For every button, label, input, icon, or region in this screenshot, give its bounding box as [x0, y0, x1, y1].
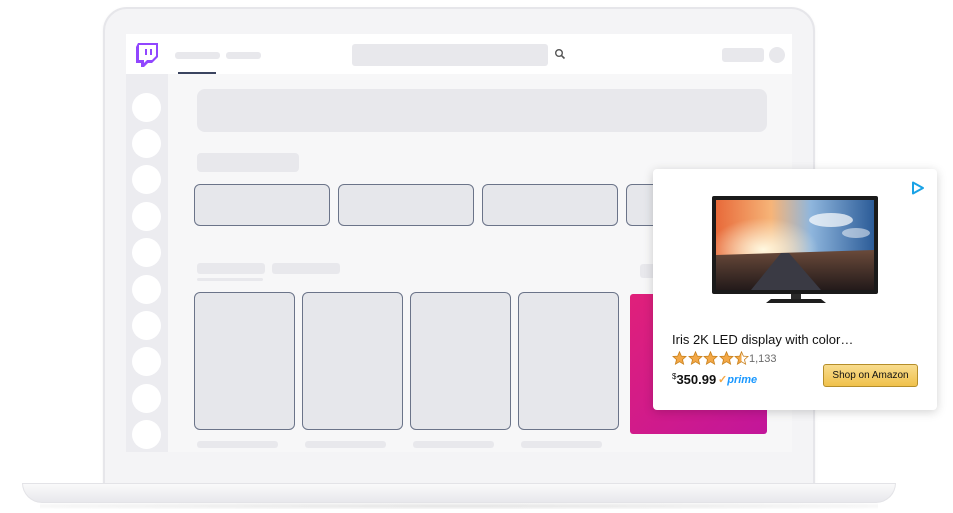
nav-link-placeholder[interactable] [226, 52, 261, 59]
hero-banner-placeholder[interactable] [197, 89, 767, 132]
sidebar-channel-avatar[interactable] [132, 384, 161, 413]
top-navigation [126, 34, 792, 74]
amazon-product-ad[interactable]: Iris 2K LED display with color… 1,133 $3… [653, 169, 937, 410]
stream-card[interactable] [410, 292, 511, 430]
half-star-icon [734, 351, 749, 366]
sidebar-channel-avatar[interactable] [132, 129, 161, 158]
category-card[interactable] [194, 184, 330, 226]
laptop-shadow [40, 503, 878, 509]
sidebar-channel-avatar[interactable] [132, 311, 161, 340]
star-icon [703, 351, 718, 366]
star-icon [687, 351, 703, 366]
nav-link-placeholder[interactable] [175, 52, 220, 59]
search-input[interactable] [352, 44, 548, 66]
sidebar-channel-avatar[interactable] [132, 238, 161, 267]
rating-count[interactable]: 1,133 [749, 353, 777, 365]
stream-caption-placeholder [413, 441, 494, 448]
product-title[interactable]: Iris 2K LED display with color… [672, 332, 922, 347]
product-price: $350.99 [672, 372, 716, 387]
star-icon [718, 351, 734, 366]
star-rating [672, 351, 750, 367]
stream-caption-placeholder [305, 441, 386, 448]
sidebar-channel-avatar[interactable] [132, 275, 161, 304]
laptop-base [22, 483, 896, 503]
prime-label: prime [727, 374, 758, 386]
stream-card[interactable] [518, 292, 619, 430]
login-button-placeholder[interactable] [722, 48, 764, 62]
stream-card[interactable] [194, 292, 295, 430]
active-nav-underline [178, 72, 216, 74]
sidebar [126, 74, 168, 452]
sidebar-channel-avatar[interactable] [132, 420, 161, 449]
section-subheading-placeholder [197, 278, 263, 281]
stream-caption-placeholder [197, 441, 278, 448]
avatar[interactable] [769, 47, 785, 63]
price-value: 350.99 [676, 372, 717, 387]
ad-choices-icon[interactable] [911, 181, 925, 195]
sidebar-channel-avatar[interactable] [132, 165, 161, 194]
category-card[interactable] [338, 184, 474, 226]
sidebar-channel-avatar[interactable] [132, 93, 161, 122]
prime-badge: ✓prime [718, 373, 757, 386]
section-heading-placeholder [197, 263, 265, 274]
star-icon [672, 351, 687, 366]
section-heading-placeholder [272, 263, 340, 274]
search-icon[interactable] [554, 48, 566, 60]
section-heading-placeholder [197, 153, 299, 172]
twitch-logo-icon[interactable] [136, 43, 158, 67]
category-card[interactable] [482, 184, 618, 226]
sidebar-channel-avatar[interactable] [132, 202, 161, 231]
stream-caption-placeholder [521, 441, 602, 448]
stream-card[interactable] [302, 292, 403, 430]
sidebar-channel-avatar[interactable] [132, 347, 161, 376]
shop-on-amazon-button[interactable]: Shop on Amazon [823, 364, 918, 387]
tv-product-image[interactable] [711, 195, 881, 311]
prime-check-icon: ✓ [718, 374, 728, 386]
